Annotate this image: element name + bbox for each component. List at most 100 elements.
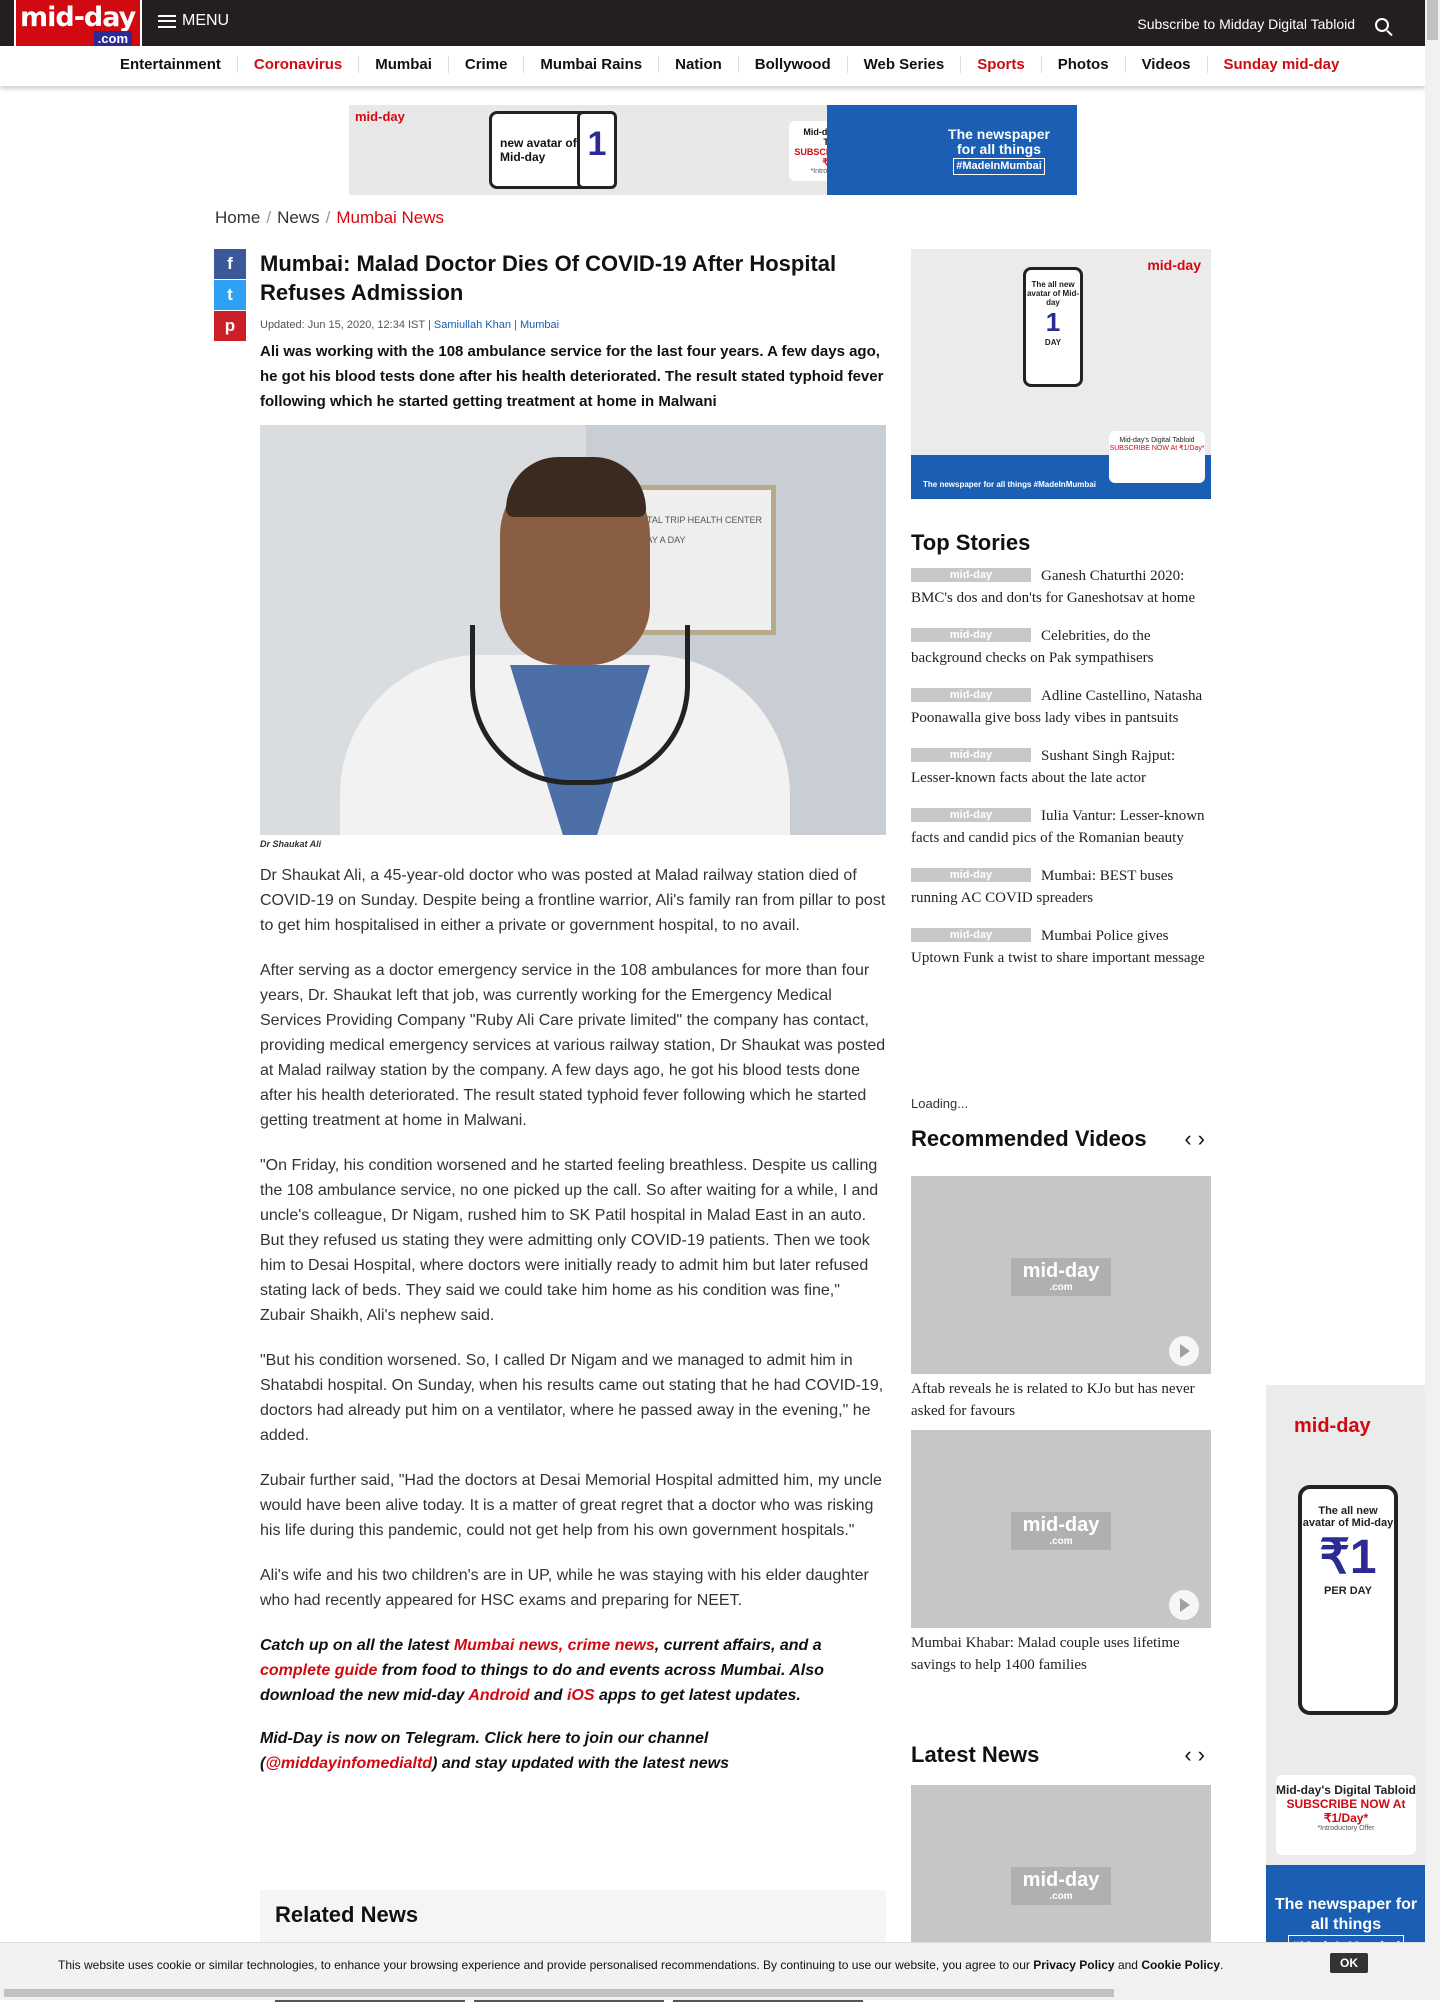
video-card[interactable]: mid-day .com Mumbai Khabar: Malad couple … [911, 1430, 1211, 1676]
article-meta: Updated: Jun 15, 2020, 12:34 IST | Samiu… [260, 319, 560, 331]
share-bar: f t p [214, 249, 246, 342]
top-story-item[interactable]: mid-day Mumbai: BEST buses running AC COV… [911, 865, 1211, 909]
floating-ad[interactable]: mid-day The all new avatar of Mid-day ₹1… [1266, 1385, 1426, 1985]
telegram-cta: Mid-Day is now on Telegram. Click here t… [260, 1730, 729, 1772]
menu-button[interactable]: MENU [158, 12, 229, 30]
story-thumbnail[interactable]: mid-day [911, 568, 1031, 582]
nav-item[interactable]: Mumbai [359, 56, 449, 73]
latest-news-title: Latest News [911, 1742, 1040, 1767]
play-icon[interactable] [1169, 1336, 1199, 1366]
nav-item[interactable]: Videos [1126, 56, 1208, 73]
story-thumbnail[interactable]: mid-day [911, 928, 1031, 942]
video-thumbnail[interactable]: mid-day .com [911, 1430, 1211, 1628]
nav-item[interactable]: Nation [659, 56, 739, 73]
video-watermark: mid-day .com [1011, 1258, 1111, 1296]
video-card[interactable]: mid-day .com Aftab reveals he is related … [911, 1176, 1211, 1422]
author-link[interactable]: Samiullah Khan [434, 319, 511, 331]
story-thumbnail[interactable]: mid-day [911, 628, 1031, 642]
paragraph: "On Friday, his condition worsened and h… [260, 1157, 879, 1324]
complete-guide-link[interactable]: complete guide [260, 1662, 377, 1679]
nav-item[interactable]: Photos [1042, 56, 1126, 73]
android-link[interactable]: Android [468, 1687, 529, 1704]
banner-price: 1 [577, 111, 617, 189]
telegram-link[interactable]: @middayinfomedialtd [265, 1755, 432, 1772]
breadcrumb-news[interactable]: News [277, 208, 320, 227]
facebook-share-icon[interactable]: f [214, 249, 246, 279]
breadcrumb: Home / News / Mumbai News [215, 208, 445, 227]
article-headline: Mumbai: Malad Doctor Dies Of COVID-19 Af… [260, 251, 837, 305]
cookie-ok-button[interactable]: OK [1330, 1953, 1368, 1973]
video-thumbnail[interactable]: mid-day .com [911, 1176, 1211, 1374]
story-thumbnail[interactable]: mid-day [911, 868, 1031, 882]
related-news-title: Related News [275, 1902, 419, 1927]
paragraph: "But his condition worsened. So, I calle… [260, 1352, 884, 1444]
banner-ad[interactable]: mid-day new avatar of Mid-day 1 Mid-day'… [349, 105, 1077, 195]
play-icon[interactable] [1169, 1590, 1199, 1620]
top-story-item[interactable]: mid-day Adline Castellino, Natasha Poonaw… [911, 685, 1211, 729]
top-stories-title: Top Stories [911, 530, 1031, 555]
nav-item[interactable]: Coronavirus [238, 56, 360, 73]
cookie-text: This website uses cookie or similar tech… [58, 1958, 1224, 1972]
top-stories-list: mid-day Ganesh Chaturthi 2020: BMC's dos … [911, 565, 1211, 985]
nav-item[interactable]: Entertainment [104, 56, 238, 73]
latest-watermark: mid-day .com [1011, 1867, 1111, 1905]
top-story-item[interactable]: mid-day Sushant Singh Rajput: Lesser-know… [911, 745, 1211, 789]
top-story-item[interactable]: mid-day Mumbai Police gives Uptown Funk a… [911, 925, 1211, 969]
vertical-scrollbar[interactable] [1425, 0, 1440, 2000]
floating-ad-phone: The all new avatar of Mid-day ₹1 PER DAY [1298, 1485, 1398, 1715]
subscribe-link[interactable]: Subscribe to Midday Digital Tabloid [1137, 16, 1355, 32]
video-title[interactable]: Mumbai Khabar: Malad couple uses lifetim… [911, 1632, 1211, 1676]
privacy-policy-link[interactable]: Privacy Policy [1033, 1958, 1114, 1972]
logo-sub: .com [93, 31, 132, 46]
top-header: mid-day .com MENU Subscribe to Midday Di… [0, 0, 1425, 57]
sidebar-ad[interactable]: mid-day The all new avatar of Mid-day 1 … [911, 249, 1211, 499]
nav-item[interactable]: Bollywood [739, 56, 848, 73]
pinterest-share-icon[interactable]: p [214, 311, 246, 341]
location-link[interactable]: Mumbai [520, 319, 559, 331]
banner-phone-image: new avatar of Mid-day [489, 111, 589, 189]
mumbai-news-link[interactable]: Mumbai news, crime news [454, 1637, 655, 1654]
top-story-item[interactable]: mid-day Iulia Vantur: Lesser-known facts … [911, 805, 1211, 849]
story-thumbnail[interactable]: mid-day [911, 688, 1031, 702]
twitter-share-icon[interactable]: t [214, 280, 246, 310]
logo-text: mid-day [20, 2, 136, 33]
cookie-banner: This website uses cookie or similar tech… [0, 1942, 1425, 1986]
top-story-item[interactable]: mid-day Ganesh Chaturthi 2020: BMC's dos … [911, 565, 1211, 609]
main-nav: Entertainment Coronavirus Mumbai Crime Mumba… [0, 46, 1425, 86]
paragraph: Zubair further said, "Had the doctors at… [260, 1472, 882, 1539]
nav-item[interactable]: Sunday mid-day [1208, 56, 1356, 73]
nav-item[interactable]: Mumbai Rains [524, 56, 660, 73]
banner-tagline: The newspaper for all things #MadeInMumb… [939, 127, 1059, 175]
horizontal-scrollbar[interactable] [0, 1986, 1425, 2000]
ios-link[interactable]: iOS [567, 1687, 595, 1704]
story-thumbnail[interactable]: mid-day [911, 808, 1031, 822]
cookie-policy-link[interactable]: Cookie Policy [1141, 1958, 1220, 1972]
nav-item[interactable]: Web Series [848, 56, 962, 73]
article-body: Dr Shaukat Ali, a 45-year-old doctor who… [260, 863, 886, 1613]
breadcrumb-current[interactable]: Mumbai News [336, 208, 444, 227]
catch-up-cta: Catch up on all the latest Mumbai news, … [260, 1637, 824, 1704]
banner-logo: mid-day [355, 109, 405, 124]
video-watermark: mid-day .com [1011, 1512, 1111, 1550]
loading-text: Loading... [911, 1096, 969, 1111]
story-thumbnail[interactable]: mid-day [911, 748, 1031, 762]
photo-caption: Dr Shaukat Ali [260, 839, 322, 849]
article: Mumbai: Malad Doctor Dies Of COVID-19 Af… [260, 249, 886, 1794]
updated-date: Updated: Jun 15, 2020, 12:34 IST | [260, 319, 431, 331]
sidebar-ad-phone: The all new avatar of Mid-day 1 DAY [1023, 267, 1083, 387]
article-summary: Ali was working with the 108 ambulance s… [260, 343, 884, 410]
nav-item[interactable]: Crime [449, 56, 525, 73]
top-story-item[interactable]: mid-day Celebrities, do the background ch… [911, 625, 1211, 669]
recommended-videos-title: Recommended Videos [911, 1126, 1147, 1151]
paragraph: After serving as a doctor emergency serv… [260, 962, 886, 1129]
paragraph: Dr Shaukat Ali, a 45-year-old doctor who… [260, 867, 886, 934]
search-icon[interactable] [1375, 18, 1389, 32]
paragraph: Ali's wife and his two children's are in… [260, 1567, 869, 1609]
video-title[interactable]: Aftab reveals he is related to KJo but h… [911, 1378, 1211, 1422]
recommended-arrows[interactable]: ‹› [1184, 1126, 1211, 1152]
hamburger-icon [158, 14, 176, 28]
latest-arrows[interactable]: ‹› [1184, 1742, 1211, 1768]
nav-item[interactable]: Sports [961, 56, 1042, 73]
breadcrumb-home[interactable]: Home [215, 208, 260, 227]
article-photo: HOSPITAL TRIP HEALTH CENTER MONDAY A DAY [260, 425, 886, 835]
